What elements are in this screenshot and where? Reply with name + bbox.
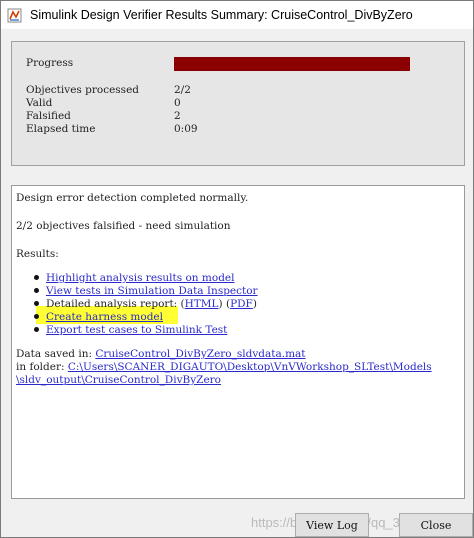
stat-label: Objectives processed	[26, 84, 139, 96]
report-separator: ) (	[218, 298, 231, 310]
folder-line-continued: \sldv_output\CruiseControl_DivByZero	[16, 374, 221, 386]
result-item-highlight: Highlight analysis results on model	[34, 272, 234, 284]
results-summary-window: Simulink Design Verifier Results Summary…	[0, 0, 474, 538]
bullet-icon	[34, 274, 39, 280]
simulink-icon	[7, 8, 22, 23]
result-item-report: Detailed analysis report: (HTML) (PDF)	[34, 298, 257, 310]
highlight-results-link[interactable]: Highlight analysis results on model	[46, 272, 234, 284]
stat-row-objectives-processed: Objectives processed 2/2	[26, 84, 191, 96]
results-heading: Results:	[16, 248, 59, 260]
export-test-cases-link[interactable]: Export test cases to Simulink Test	[46, 324, 227, 336]
stat-value: 0	[174, 97, 181, 109]
stat-label: Elapsed time	[26, 123, 96, 135]
report-html-link[interactable]: HTML	[185, 298, 219, 310]
data-saved-label: Data saved in:	[16, 348, 96, 360]
result-item-view-tests: View tests in Simulation Data Inspector	[34, 285, 258, 297]
results-log-panel[interactable]: Design error detection completed normall…	[11, 185, 465, 499]
create-harness-link[interactable]: Create harness model	[46, 311, 163, 323]
window-title: Simulink Design Verifier Results Summary…	[30, 8, 413, 22]
result-item-export: Export test cases to Simulink Test	[34, 324, 227, 336]
folder-path-link[interactable]: C:\Users\SCANER_DIGAUTO\Desktop\VnVWorks…	[68, 361, 432, 373]
completion-message: Design error detection completed normall…	[16, 192, 249, 204]
bullet-icon	[34, 326, 39, 332]
bullet-icon	[34, 300, 39, 306]
stat-value: 2/2	[174, 84, 191, 96]
report-close-paren: )	[252, 298, 257, 310]
progress-bar-fill	[174, 57, 410, 71]
folder-label: in folder:	[16, 361, 68, 373]
view-log-button[interactable]: View Log	[295, 513, 369, 537]
stat-row-falsified: Falsified 2	[26, 110, 181, 122]
view-tests-link[interactable]: View tests in Simulation Data Inspector	[46, 285, 258, 297]
progress-row: Progress	[26, 57, 73, 69]
falsified-message: 2/2 objectives falsified - need simulati…	[16, 220, 231, 232]
bullet-icon	[34, 313, 39, 319]
bullet-icon	[34, 287, 39, 293]
stat-row-elapsed-time: Elapsed time 0:09	[26, 123, 198, 135]
stat-row-valid: Valid 0	[26, 97, 181, 109]
stat-value: 2	[174, 110, 181, 122]
summary-panel: Progress Objectives processed 2/2 Valid …	[11, 41, 465, 166]
stat-label: Falsified	[26, 110, 71, 122]
progress-bar	[174, 57, 410, 71]
folder-line: in folder: C:\Users\SCANER_DIGAUTO\Deskt…	[16, 361, 432, 373]
folder-path-link-continued[interactable]: \sldv_output\CruiseControl_DivByZero	[16, 374, 221, 386]
report-pdf-link[interactable]: PDF	[230, 298, 253, 310]
result-item-harness: Create harness model	[34, 311, 163, 323]
report-label: Detailed analysis report: (	[46, 298, 185, 310]
stat-value: 0:09	[174, 123, 198, 135]
data-saved-line: Data saved in: CruiseControl_DivByZero_s…	[16, 348, 306, 360]
stat-label: Valid	[26, 97, 53, 109]
close-button[interactable]: Close	[399, 513, 473, 537]
title-bar[interactable]: Simulink Design Verifier Results Summary…	[1, 1, 473, 29]
data-file-link[interactable]: CruiseControl_DivByZero_sldvdata.mat	[95, 348, 305, 360]
progress-label: Progress	[26, 57, 74, 69]
